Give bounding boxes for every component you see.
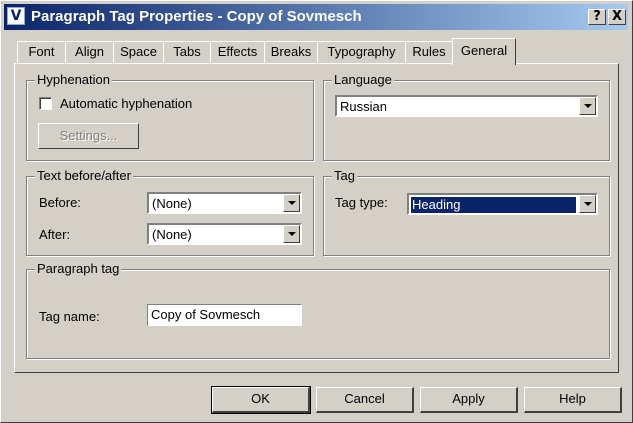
tag-name-input-value: Copy of Sovmesch xyxy=(151,307,261,322)
language-select-value: Russian xyxy=(340,99,387,114)
tag-type-select[interactable]: Heading xyxy=(407,193,598,215)
paragraph-tag-group: Paragraph tag xyxy=(26,261,610,359)
tab-space[interactable]: Space xyxy=(113,41,164,63)
app-icon: V xyxy=(7,7,25,25)
hyphenation-group-label: Hyphenation xyxy=(35,72,112,88)
tag-name-input[interactable]: Copy of Sovmesch xyxy=(147,304,302,326)
before-select-value: (None) xyxy=(152,196,192,211)
automatic-hyphenation-checkbox[interactable] xyxy=(39,97,52,110)
tab-tabs[interactable]: Tabs xyxy=(163,41,211,63)
cancel-button[interactable]: Cancel xyxy=(316,387,414,413)
tab-font[interactable]: Font xyxy=(17,41,66,63)
after-label: After: xyxy=(39,227,71,242)
chevron-down-icon[interactable] xyxy=(283,194,300,212)
tag-type-label: Tag type: xyxy=(335,195,388,210)
after-select[interactable]: (None) xyxy=(147,223,302,245)
language-select[interactable]: Russian xyxy=(335,95,598,117)
tab-breaks[interactable]: Breaks xyxy=(264,41,318,63)
tag-type-select-value: Heading xyxy=(411,197,576,213)
hyphenation-settings-button[interactable]: Settings... xyxy=(38,123,139,149)
title-bar[interactable]: V Paragraph Tag Properties - Copy of Sov… xyxy=(4,4,628,30)
chevron-down-icon[interactable] xyxy=(283,225,300,243)
tag-name-label: Tag name: xyxy=(39,309,100,324)
after-select-value: (None) xyxy=(152,227,192,242)
paragraph-tag-group-label: Paragraph tag xyxy=(35,261,122,277)
automatic-hyphenation-label[interactable]: Automatic hyphenation xyxy=(60,96,192,112)
tab-rules[interactable]: Rules xyxy=(405,41,453,63)
tab-general[interactable]: General xyxy=(452,38,516,65)
title-help-button[interactable]: ? xyxy=(588,9,606,25)
text-before-after-group-label: Text before/after xyxy=(35,168,133,184)
before-select[interactable]: (None) xyxy=(147,192,302,214)
tag-group-label: Tag xyxy=(332,168,357,184)
help-button[interactable]: Help xyxy=(524,387,622,413)
chevron-down-icon[interactable] xyxy=(579,97,596,115)
language-group: Language xyxy=(323,72,610,161)
title-close-button[interactable]: X xyxy=(608,9,626,25)
language-group-label: Language xyxy=(332,72,394,88)
window-title: Paragraph Tag Properties - Copy of Sovme… xyxy=(31,8,362,25)
ok-button[interactable]: OK xyxy=(211,386,311,414)
tab-typography[interactable]: Typography xyxy=(317,41,406,63)
tab-effects[interactable]: Effects xyxy=(210,41,265,63)
before-label: Before: xyxy=(39,195,81,210)
tag-group: Tag xyxy=(323,168,610,256)
apply-button[interactable]: Apply xyxy=(420,387,518,413)
chevron-down-icon[interactable] xyxy=(579,195,596,213)
tab-align[interactable]: Align xyxy=(65,41,114,63)
paragraph-tag-properties-dialog: V Paragraph Tag Properties - Copy of Sov… xyxy=(0,0,633,423)
